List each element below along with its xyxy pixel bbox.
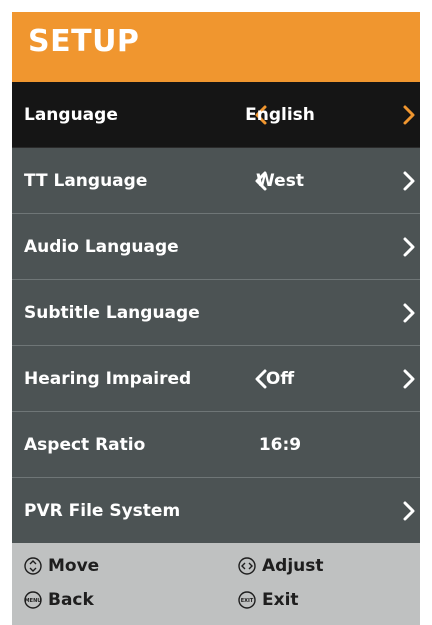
exit-button-icon: EXIT (238, 591, 256, 609)
page-title: SETUP (28, 24, 140, 59)
menu-item-label: Subtitle Language (24, 303, 200, 323)
menu-item-label: Language (24, 105, 118, 125)
menu-item-value: 16:9 (258, 435, 302, 455)
key-hints-footer: Move Adjust MENU Back EXIT Exit (12, 543, 420, 625)
menu-item-tt-language[interactable]: TT Language West (12, 148, 420, 214)
hint-move-label: Move (48, 556, 100, 576)
setup-panel: SETUP Language English TT Language West (12, 12, 420, 625)
up-down-circle-icon (24, 557, 42, 575)
menu-item-value: West (256, 171, 304, 191)
menu-item-label: TT Language (24, 171, 148, 191)
chevron-right-icon[interactable] (398, 236, 420, 258)
menu-item-audio-language[interactable]: Audio Language (12, 214, 420, 280)
menu-item-label: Audio Language (24, 237, 179, 257)
hint-adjust-label: Adjust (262, 556, 324, 576)
chevron-right-icon[interactable] (398, 500, 420, 522)
header-bar: SETUP (12, 12, 420, 82)
hint-back-label: Back (48, 590, 94, 610)
menu-item-subtitle-language[interactable]: Subtitle Language (12, 280, 420, 346)
menu-item-label: Hearing Impaired (24, 369, 192, 389)
menu-item-label: Aspect Ratio (24, 435, 146, 455)
chevron-right-icon[interactable] (398, 368, 420, 390)
menu-item-hearing-impaired[interactable]: Hearing Impaired Off (12, 346, 420, 412)
chevron-right-icon[interactable] (398, 104, 420, 126)
left-right-circle-icon (238, 557, 256, 575)
menu-item-value: Off (265, 369, 295, 389)
hint-exit-label: Exit (262, 590, 299, 610)
menu-item-aspect-ratio[interactable]: Aspect Ratio 16:9 (12, 412, 420, 478)
chevron-right-icon[interactable] (398, 170, 420, 192)
exit-button-icon-text: EXIT (241, 598, 254, 604)
chevron-right-icon[interactable] (398, 302, 420, 324)
menu-item-label: PVR File System (24, 501, 181, 521)
menu-item-language[interactable]: Language English (12, 82, 420, 148)
menu-button-icon-text: MENU (25, 598, 42, 604)
menu-list: Language English TT Language West Audio … (12, 82, 420, 544)
menu-item-value: English (245, 105, 315, 125)
menu-button-icon: MENU (24, 591, 42, 609)
menu-item-pvr-file-system[interactable]: PVR File System (12, 478, 420, 544)
